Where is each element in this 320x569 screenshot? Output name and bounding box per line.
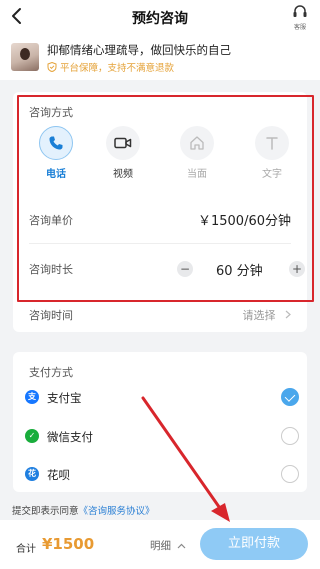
huabei-icon: 花	[25, 467, 39, 481]
wechat-pay-icon: ✓	[25, 429, 39, 443]
shield-icon	[47, 61, 57, 73]
avatar	[11, 43, 39, 71]
alipay-icon: 支	[25, 390, 39, 404]
unit-price-row: 咨询单价 ￥1500/60分钟	[29, 202, 291, 238]
consult-time-placeholder: 请选择	[242, 309, 276, 322]
method-label: 文字	[262, 169, 282, 180]
headset-icon	[292, 4, 308, 23]
page-title: 预约咨询	[132, 11, 188, 27]
service-agreement-link[interactable]: 《咨询服务协议》	[79, 506, 155, 517]
guarantee-text: 平台保障，支持不满意退款	[60, 63, 175, 74]
method-video[interactable]: 视频	[96, 126, 150, 180]
consult-options-card: 咨询方式 电话 视频 当面 文字 咨询单价 ￥1500/60分钟 咨询时长 − …	[13, 92, 307, 332]
pay-radio[interactable]	[281, 427, 299, 445]
consult-time-label: 咨询时间	[29, 309, 73, 322]
consult-method-group: 电话 视频 当面 文字	[13, 126, 307, 182]
counselor-info: 抑郁情绪心理疏导，做回快乐的自己 平台保障，支持不满意退款	[0, 36, 320, 80]
video-icon	[106, 126, 140, 160]
agreement-text: 提交即表示同意《咨询服务协议》	[12, 503, 155, 517]
pay-option-huabei[interactable]: 花 花呗	[25, 459, 301, 491]
guarantee-note: 平台保障，支持不满意退款	[47, 60, 174, 74]
pay-option-alipay[interactable]: 支 支付宝	[25, 382, 301, 414]
payment-title: 支付方式	[29, 366, 73, 379]
pay-option-wechat[interactable]: ✓ 微信支付	[25, 421, 301, 453]
method-in-person[interactable]: 当面	[170, 126, 224, 180]
consult-time-select[interactable]: 请选择	[243, 307, 292, 323]
counselor-headline: 抑郁情绪心理疏导，做回快乐的自己	[47, 43, 231, 57]
method-phone[interactable]: 电话	[29, 126, 83, 180]
duration-decrease-button[interactable]: −	[177, 261, 193, 277]
home-icon	[180, 126, 214, 160]
chevron-up-icon	[177, 542, 186, 552]
payment-methods-card: 支付方式 支 支付宝 ✓ 微信支付 花 花呗	[13, 352, 307, 492]
pay-radio[interactable]	[281, 465, 299, 483]
agreement-prefix: 提交即表示同意	[12, 506, 79, 517]
detail-toggle[interactable]: 明细	[150, 538, 186, 553]
chevron-right-icon	[285, 309, 291, 322]
customer-service-button[interactable]: 客服	[288, 4, 312, 31]
checkout-bar: 合计 ¥1500 明细 立即付款	[0, 520, 320, 569]
text-icon	[255, 126, 289, 160]
detail-label: 明细	[150, 540, 171, 552]
unit-price-value: ￥1500/60分钟	[197, 214, 291, 229]
pay-option-label: 支付宝	[47, 391, 82, 405]
duration-increase-button[interactable]: +	[289, 261, 305, 277]
pay-option-label: 微信支付	[47, 430, 93, 444]
method-label: 电话	[46, 169, 66, 180]
total-label: 合计	[16, 544, 36, 555]
top-nav-bar: 预约咨询 客服	[0, 0, 320, 36]
pay-now-button[interactable]: 立即付款	[200, 528, 308, 560]
divider	[29, 243, 291, 244]
customer-service-label: 客服	[293, 24, 306, 31]
total-amount: ¥1500	[42, 535, 95, 553]
phone-icon	[39, 126, 73, 160]
duration-value: 60 分钟	[216, 264, 263, 279]
consult-method-title: 咨询方式	[29, 106, 73, 119]
consult-time-row[interactable]: 咨询时间 请选择	[29, 297, 291, 327]
duration-label: 咨询时长	[29, 263, 73, 276]
pay-radio-checked[interactable]	[281, 388, 299, 406]
unit-price-label: 咨询单价	[29, 214, 73, 227]
method-text[interactable]: 文字	[245, 126, 299, 180]
method-label: 当面	[187, 169, 207, 180]
method-label: 视频	[113, 169, 133, 180]
duration-row: 咨询时长 − 60 分钟 +	[29, 251, 305, 287]
pay-option-label: 花呗	[47, 468, 70, 482]
